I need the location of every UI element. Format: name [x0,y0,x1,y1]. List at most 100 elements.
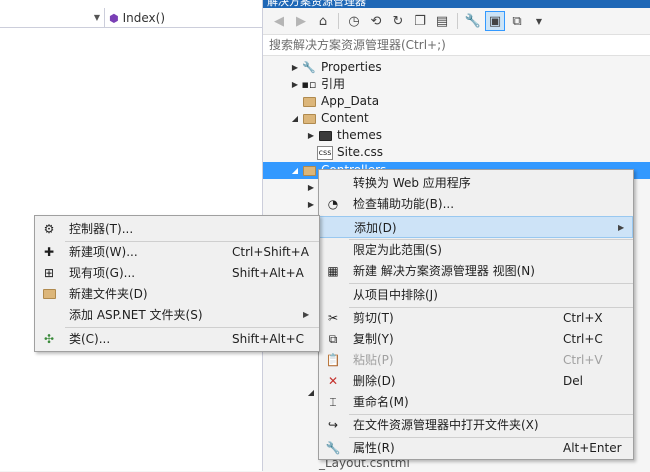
method-icon: ⬢ [109,11,119,25]
class-view-icon[interactable]: ⧉ [507,11,527,31]
expander-icon[interactable]: ▶ [305,179,317,196]
menu-item-label: 从项目中排除(J) [353,288,438,302]
menu-item-label: 检查辅助功能(B)... [353,197,455,211]
menu-item-label: 添加(D) [354,221,397,235]
scissors-icon: ✂ [327,311,339,325]
expander-icon[interactable]: ▶ [289,76,301,93]
menu-item-copy[interactable]: ⧉ 复制(Y) Ctrl+C [319,328,633,350]
expander-icon[interactable]: ▶ [289,59,301,76]
menu-item-properties[interactable]: 🔧 属性(R) Alt+Enter [319,437,633,459]
member-dropdown[interactable]: ⬢ Index() [106,8,262,28]
menu-item-existing-item[interactable]: ⊞ 现有项(G)... Shift+Alt+A [35,262,319,284]
expander-icon[interactable]: ▶ [305,196,317,213]
menu-item-shortcut: Ctrl+V [563,353,603,367]
menu-item-label: 限定为此范围(S) [353,243,442,257]
tree-item[interactable]: ▶ [305,196,317,213]
menu-item-label: 剪切(T) [353,311,394,325]
solution-explorer-title: 解决方案资源管理器 [263,0,650,8]
wrench-icon[interactable]: 🔧 [463,11,483,31]
expander-icon[interactable]: ◢ [305,384,317,401]
menu-item-shortcut: Alt+Enter [563,441,622,455]
menu-item-label: 重命名(M) [353,395,409,409]
css-file-icon: css [317,145,333,160]
expander-icon[interactable]: ▶ [305,127,317,144]
context-menu: 转换为 Web 应用程序 ◔ 检查辅助功能(B)... 添加(D) ▶ 限定为此… [318,169,634,460]
tree-item[interactable]: css Site.css [305,144,383,161]
menu-item-label: 删除(D) [353,374,396,388]
open-folder-icon: ↪ [327,418,339,432]
tree-item[interactable]: ▶ [305,179,317,196]
menu-item-paste[interactable]: 📋 粘贴(P) Ctrl+V [319,349,633,371]
menu-item-new-item[interactable]: ✚ 新建项(W)... Ctrl+Shift+A [35,241,319,263]
menu-item-controller[interactable]: ⚙ 控制器(T)... [35,218,319,240]
menu-item-label: 新建 解决方案资源管理器 视图(N) [353,264,535,278]
menu-item-label: 控制器(T)... [69,222,134,236]
refresh-icon[interactable]: ↻ [388,11,408,31]
search-input[interactable]: 搜索解决方案资源管理器(Ctrl+;) [263,34,650,56]
folder-icon [317,129,333,143]
tree-item[interactable]: ▶ 🔧 Properties [289,59,382,76]
menu-item-check-accessibility[interactable]: ◔ 检查辅助功能(B)... [319,193,633,215]
tree-item[interactable]: ◢ [305,384,317,401]
tree-item[interactable]: App_Data [289,93,379,110]
menu-item-label: 类(C)... [69,332,111,346]
back-icon[interactable]: ◀ [269,11,289,31]
menu-item-new-view[interactable]: ▦ 新建 解决方案资源管理器 视图(N) [319,260,633,282]
expander-icon[interactable]: ◢ [289,110,301,127]
menu-item-scope-to-this[interactable]: 限定为此范围(S) [319,239,633,261]
menu-item-convert-web-app[interactable]: 转换为 Web 应用程序 [319,172,633,194]
forward-icon[interactable]: ▶ [291,11,311,31]
new-item-icon: ✚ [43,245,55,259]
menu-item-new-folder[interactable]: 新建文件夹(D) [35,283,319,305]
menu-item-exclude-from-project[interactable]: 从项目中排除(J) [319,284,633,306]
menu-item-shortcut: Ctrl+Shift+A [232,245,309,259]
preview-icon[interactable]: ▣ [485,11,505,31]
folder-open-icon [301,112,317,126]
menu-item-shortcut: Shift+Alt+C [232,332,305,346]
home-icon[interactable]: ⌂ [313,11,333,31]
menu-item-add-aspnet-folder[interactable]: 添加 ASP.NET 文件夹(S) ▶ [35,304,319,326]
pending-changes-icon[interactable]: ◷ [344,11,364,31]
menu-item-rename[interactable]: ⌶ 重命名(M) [319,391,633,413]
menu-item-label: 现有项(G)... [69,266,136,280]
tree-item-label: App_Data [321,94,380,108]
menu-item-label: 新建文件夹(D) [69,287,148,301]
tree-item[interactable]: ▶ themes [305,127,382,144]
collapse-all-icon[interactable]: ❐ [410,11,430,31]
menu-item-label: 属性(R) [353,441,395,455]
tree-item[interactable]: ▶ ▪▫ 引用 [289,76,345,93]
toolbar-divider [457,13,458,29]
menu-item-shortcut: Ctrl+C [563,332,603,346]
type-dropdown[interactable]: ▼ [0,8,105,28]
references-icon: ▪▫ [301,78,317,91]
folder-open-icon [301,164,317,178]
menu-item-delete[interactable]: ✕ 删除(D) Del [319,370,633,392]
submenu-arrow-icon: ▶ [303,310,310,319]
paste-icon: 📋 [325,353,341,367]
solution-explorer-toolbar: ◀ ▶ ⌂ ◷ ⟲ ↻ ❐ ▤ 🔧 ▣ ⧉ ▼ [263,8,650,34]
show-all-files-icon[interactable]: ▤ [432,11,452,31]
menu-item-cut[interactable]: ✂ 剪切(T) Ctrl+X [319,307,633,329]
sync-icon[interactable]: ⟲ [366,11,386,31]
chevron-down-icon[interactable]: ▼ [529,11,549,31]
menu-item-class[interactable]: ✣ 类(C)... Shift+Alt+C [35,328,319,350]
menu-item-open-in-explorer[interactable]: ↪ 在文件资源管理器中打开文件夹(X) [319,414,633,436]
menu-item-label: 转换为 Web 应用程序 [353,176,471,190]
expander-icon[interactable]: ◢ [289,162,301,179]
tree-item-label: Properties [321,60,382,74]
chevron-down-icon: ▼ [93,13,100,22]
add-submenu: ⚙ 控制器(T)... ✚ 新建项(W)... Ctrl+Shift+A ⊞ 现… [34,215,320,352]
menu-item-shortcut: Del [563,374,583,388]
menu-item-add[interactable]: 添加(D) ▶ [319,216,633,238]
tree-item-label: Content [321,111,369,125]
menu-item-label: 复制(Y) [353,332,394,346]
accessibility-icon: ◔ [327,197,339,211]
editor-navigation-bar: ▼ ⬢ Index() [0,8,262,28]
member-dropdown-value: Index() [122,11,166,25]
copy-icon: ⧉ [328,332,338,346]
tree-item[interactable]: ◢ Content [289,110,369,127]
submenu-arrow-icon: ▶ [618,223,625,232]
menu-item-label: 添加 ASP.NET 文件夹(S) [69,308,203,322]
menu-item-shortcut: Ctrl+X [563,311,603,325]
menu-item-shortcut: Shift+Alt+A [232,266,304,280]
